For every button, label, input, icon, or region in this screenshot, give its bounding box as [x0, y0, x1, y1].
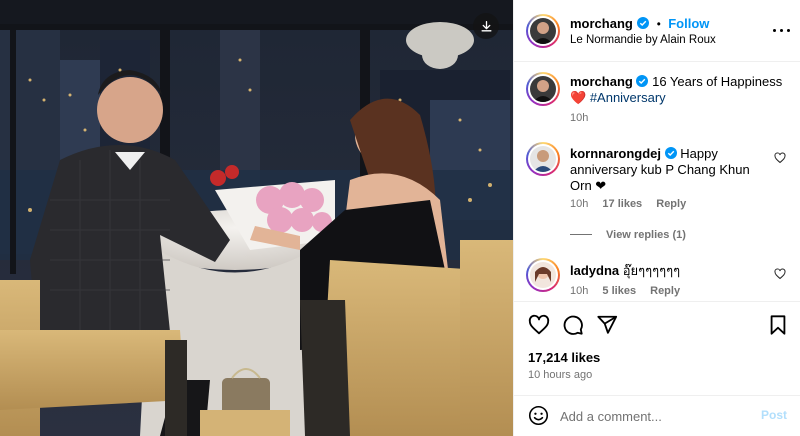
- view-replies-label: View replies (1): [606, 229, 686, 241]
- caption-text: morchang 16 Years of Happiness ❤️ #Anniv…: [570, 74, 782, 106]
- post-sidebar: morchang • Follow Le Normandie by Alain …: [513, 0, 800, 436]
- avatar: [530, 146, 556, 172]
- share-icon[interactable]: [596, 314, 618, 336]
- comment-time: 10h: [570, 198, 589, 210]
- likes-count[interactable]: 17,214 likes: [528, 350, 600, 365]
- avatar-ring[interactable]: [526, 258, 560, 292]
- comment-line: อุ๊ยๆๆๆๆๆๆ: [622, 263, 681, 278]
- avatar-ring[interactable]: [526, 142, 560, 176]
- add-comment-bar: Post: [514, 395, 800, 436]
- post-photo[interactable]: [0, 0, 513, 436]
- comment-icon[interactable]: [562, 314, 584, 336]
- comment-likes[interactable]: 5 likes: [602, 285, 636, 297]
- comment-likes[interactable]: 17 likes: [602, 198, 642, 210]
- reply-button[interactable]: Reply: [650, 285, 680, 297]
- caption-time: 10h: [570, 112, 589, 124]
- comment-input[interactable]: [560, 406, 760, 426]
- comment-line: Orn ❤: [570, 178, 607, 193]
- avatar: [530, 262, 556, 288]
- separator-dot: •: [656, 19, 661, 31]
- divider: [570, 234, 592, 235]
- post-actions: 17,214 likes 10 hours ago: [514, 301, 800, 395]
- heart-emoji: ❤️: [570, 90, 587, 105]
- heart-icon[interactable]: [774, 268, 786, 280]
- avatar: [530, 18, 556, 44]
- photo-scene: [0, 0, 513, 436]
- heart-icon[interactable]: [528, 314, 550, 336]
- download-button[interactable]: [473, 13, 499, 39]
- heart-icon[interactable]: [774, 152, 786, 164]
- avatar: [530, 76, 556, 102]
- comment-username[interactable]: ladydna: [570, 263, 619, 278]
- follow-button[interactable]: Follow: [668, 16, 709, 31]
- post-username[interactable]: morchang: [570, 16, 633, 31]
- avatar-ring[interactable]: [526, 14, 560, 48]
- comment-text: kornnarongdej Happy anniversary kub P Ch…: [570, 146, 750, 194]
- reply-button[interactable]: Reply: [656, 198, 686, 210]
- bookmark-icon[interactable]: [767, 314, 789, 336]
- post-viewer: morchang • Follow Le Normandie by Alain …: [0, 0, 800, 436]
- verified-badge-icon: [637, 17, 650, 29]
- download-icon: [481, 20, 491, 31]
- comment-meta: 10h 5 likes Reply: [570, 285, 691, 297]
- emoji-icon[interactable]: [528, 405, 549, 426]
- comment-time: 10h: [570, 285, 589, 297]
- chair-right: [300, 240, 513, 436]
- more-options-icon[interactable]: [772, 24, 792, 38]
- comment-username[interactable]: kornnarongdej: [570, 146, 661, 161]
- verified-badge-icon: [664, 147, 677, 159]
- comment-line: anniversary kub P Chang Khun: [570, 162, 750, 177]
- post-time: 10 hours ago: [528, 369, 593, 381]
- comment-meta: 10h 17 likes Reply: [570, 198, 697, 210]
- post-header: morchang • Follow Le Normandie by Alain …: [514, 0, 800, 62]
- caption-username[interactable]: morchang: [570, 74, 633, 89]
- verified-badge-icon: [636, 75, 649, 87]
- comment-item: ladydna อุ๊ยๆๆๆๆๆๆ 10h 5 likes Reply: [514, 254, 800, 300]
- post-caption: morchang 16 Years of Happiness ❤️ #Anniv…: [514, 62, 800, 132]
- post-location[interactable]: Le Normandie by Alain Roux: [570, 34, 716, 46]
- comment-text: ladydna อุ๊ยๆๆๆๆๆๆ: [570, 263, 680, 279]
- caption-line: 16 Years of Happiness: [652, 74, 783, 89]
- hashtag-link[interactable]: #Anniversary: [590, 90, 666, 105]
- avatar-ring[interactable]: [526, 72, 560, 106]
- comment-line: Happy: [680, 146, 718, 161]
- view-replies-button[interactable]: View replies (1): [570, 229, 686, 241]
- post-comment-button[interactable]: Post: [761, 408, 787, 422]
